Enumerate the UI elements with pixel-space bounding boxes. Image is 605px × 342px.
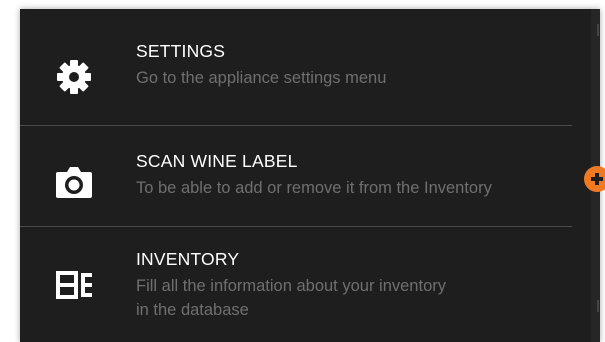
menu-item-title: SCAN WINE LABEL [136,151,298,171]
menu-item-settings[interactable]: SETTINGS Go to the appliance settings me… [20,9,572,125]
menu-item-description-line-1: Fill all the information about your inve… [136,277,446,295]
menu-item-title: INVENTORY [136,249,240,269]
menu-panel: SETTINGS Go to the appliance settings me… [20,9,600,342]
camera-icon [50,158,98,206]
add-button[interactable] [584,166,605,192]
menu-item-scan-wine-label[interactable]: SCAN WINE LABEL To be able to add or rem… [20,126,572,226]
gear-icon [50,53,98,101]
inventory-rack-icon [50,261,98,309]
rail-tick [597,300,599,312]
menu-item-inventory[interactable]: INVENTORY Fill all the information about… [20,227,572,342]
menu-item-title: SETTINGS [136,41,226,61]
menu-item-description: Go to the appliance settings menu [136,69,387,87]
plus-icon [590,172,604,186]
menu-item-description: To be able to add or remove it from the … [136,179,492,197]
rail-tick [597,24,599,36]
menu-item-description-line-2: in the database [136,301,249,319]
